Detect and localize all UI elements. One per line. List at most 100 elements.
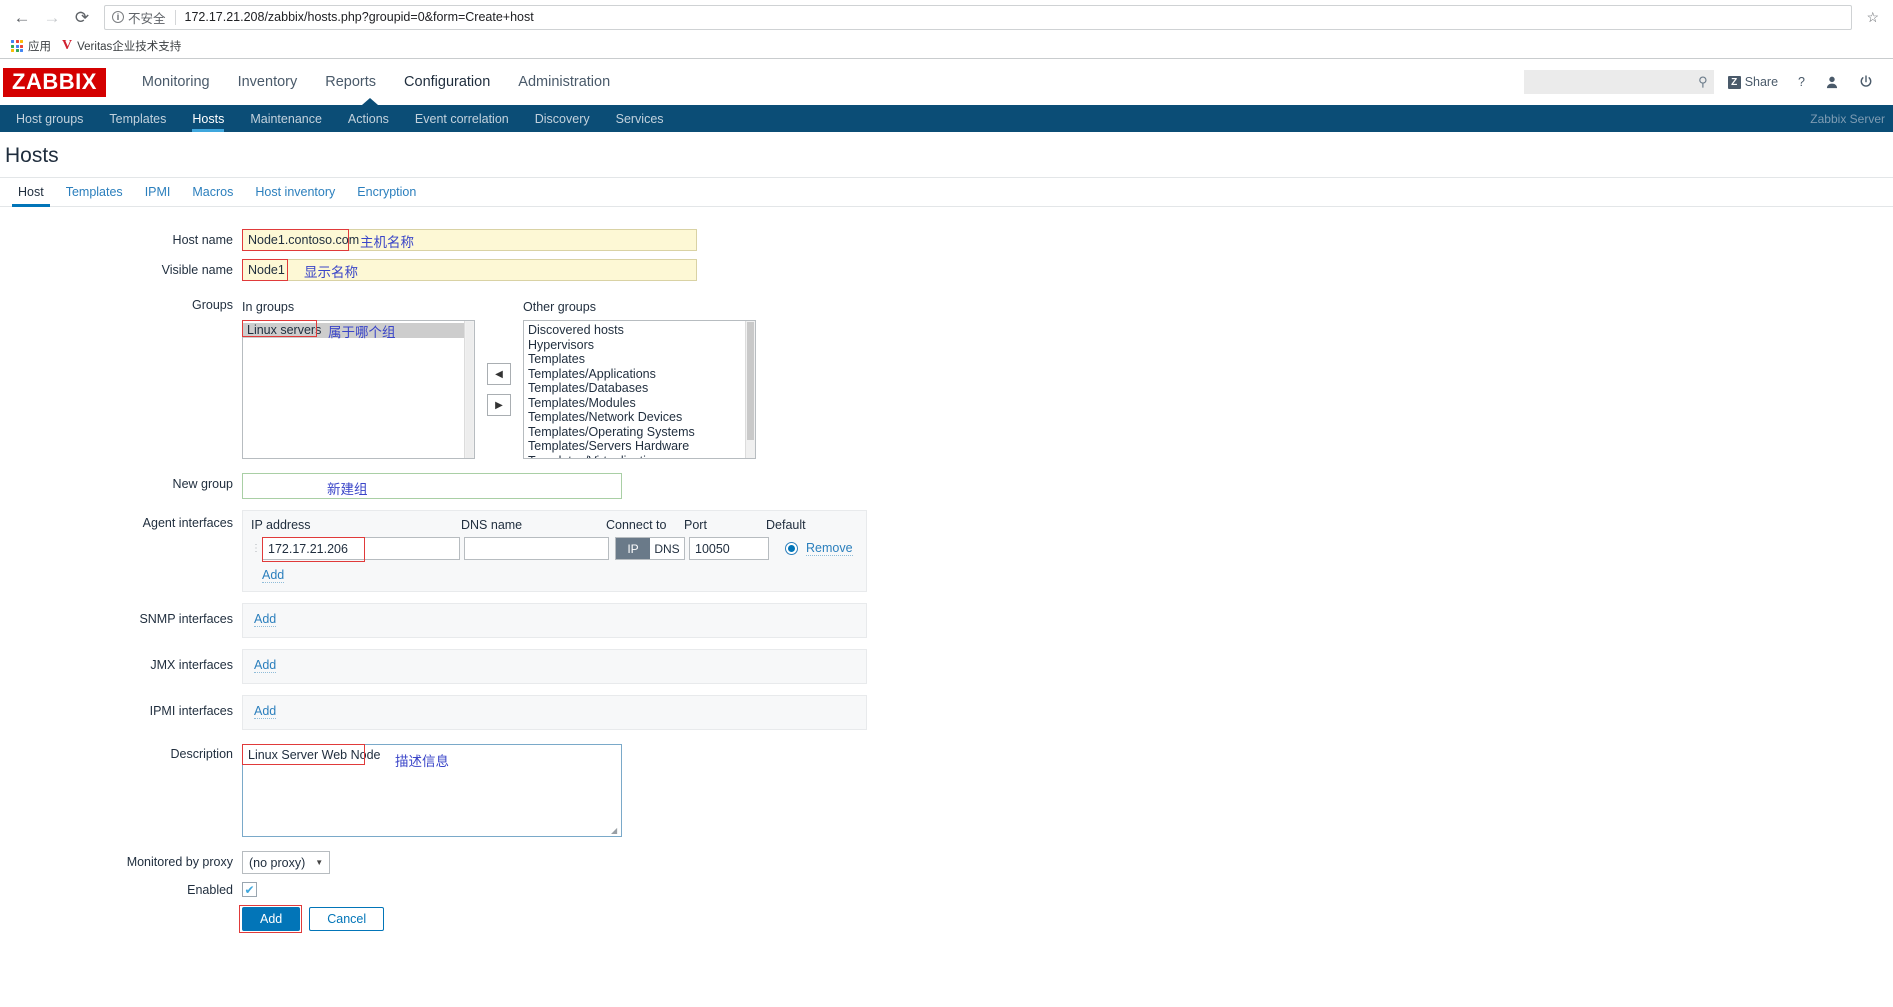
field-row-snmp-interfaces: SNMP interfaces Add [0,603,1893,638]
main-menu-configuration[interactable]: Configuration [390,59,504,105]
bookmark-apps[interactable]: 应用 [7,36,58,56]
add-snmp-interface-link[interactable]: Add [254,612,277,627]
ip-address-input[interactable]: 172.17.21.206 [262,537,460,562]
main-menu-monitoring[interactable]: Monitoring [128,59,224,105]
browser-chrome: ← → ⟳ i 不安全 172.17.21.208/zabbix/hosts.p… [0,0,1893,59]
other-groups-scrollbar[interactable] [745,321,755,458]
sub-menu-maintenance[interactable]: Maintenance [237,105,335,132]
forward-arrow-icon[interactable]: → [38,3,66,31]
list-item[interactable]: Templates [524,352,745,367]
help-button[interactable]: ? [1788,59,1815,105]
resize-handle-icon[interactable]: ◢ [611,826,620,835]
list-item[interactable]: Discovered hosts [524,323,745,338]
agent-interfaces-control: IP address DNS name Connect to Port Defa… [242,510,867,592]
remove-interface-link[interactable]: Remove [806,541,853,556]
in-groups-items: Linux servers [243,321,464,458]
add-jmx-interface-link[interactable]: Add [254,658,277,673]
tab-host[interactable]: Host [7,185,55,207]
agent-interfaces-header: IP address DNS name Connect to Port Defa… [251,518,858,532]
list-item[interactable]: Templates/Network Devices [524,410,745,425]
other-groups-listbox[interactable]: Discovered hosts Hypervisors Templates T… [523,320,756,459]
tab-ipmi[interactable]: IPMI [134,185,182,206]
sign-out-icon[interactable] [1849,59,1883,105]
apps-grid-icon [11,40,23,52]
tab-macros[interactable]: Macros [181,185,244,206]
security-chip[interactable]: i 不安全 [112,8,166,27]
user-profile-icon[interactable] [1815,59,1849,105]
sub-menu-actions[interactable]: Actions [335,105,402,132]
column-header-connect-to: Connect to [606,518,667,532]
sub-menu-templates[interactable]: Templates [96,105,179,132]
share-button[interactable]: Z Share [1718,59,1788,105]
cancel-button[interactable]: Cancel [309,907,385,931]
dns-name-input[interactable] [464,537,609,560]
default-radio[interactable] [785,542,798,555]
add-agent-interface-link[interactable]: Add [262,568,285,583]
search-box[interactable]: ⚲ [1523,70,1714,94]
zabbix-badge-icon: Z [1727,75,1741,89]
jmx-interfaces-control: Add [242,649,867,684]
arrow-right-icon[interactable]: ▶ [487,394,511,416]
list-item[interactable]: Templates/Virtualization [524,454,745,459]
other-groups-items: Discovered hosts Hypervisors Templates T… [524,321,745,458]
connect-to-dns-option[interactable]: DNS [650,538,684,559]
sub-menu-hosts[interactable]: Hosts [179,105,237,132]
column-header-default: Default [766,518,806,532]
tab-host-inventory[interactable]: Host inventory [244,185,346,206]
sub-menu-host-groups[interactable]: Host groups [3,105,96,132]
host-form: Host name Node1.contoso.com 主机名称 Visible… [0,207,1893,933]
in-groups-column: In groups Linux servers 属于哪个组 [242,297,475,459]
add-ipmi-interface-link[interactable]: Add [254,704,277,719]
back-arrow-icon[interactable]: ← [8,3,36,31]
bookmark-label: 应用 [28,41,51,53]
list-item[interactable]: Templates/Modules [524,396,745,411]
add-button[interactable]: Add [242,907,301,931]
proxy-select[interactable]: (no proxy) ▼ [242,851,331,874]
other-groups-column: Other groups Discovered hosts Hypervisor… [523,297,756,459]
search-icon[interactable]: ⚲ [1698,74,1708,90]
in-groups-scrollbar[interactable] [464,321,474,458]
connect-to-toggle[interactable]: IP DNS [615,537,685,560]
port-input[interactable]: 10050 [689,537,769,560]
main-menu-inventory[interactable]: Inventory [224,59,312,105]
security-label: 不安全 [128,11,166,26]
drag-handle-icon[interactable]: ⋮⋮ [251,543,271,553]
reload-icon[interactable]: ⟳ [68,3,96,31]
field-row-host-name: Host name Node1.contoso.com 主机名称 [0,229,1893,251]
sub-menu-event-correlation[interactable]: Event correlation [402,105,522,132]
description-control: Linux Server Web Node ◢ 描述信息 [242,744,622,837]
groups-control: In groups Linux servers 属于哪个组 ◀ ▶ Other … [242,297,756,459]
tab-encryption[interactable]: Encryption [346,185,427,206]
new-group-input[interactable] [242,473,622,499]
enabled-checkbox[interactable]: ✔ [242,882,257,897]
column-header-dns-name: DNS name [461,518,523,532]
visible-name-value: Node1 [248,263,285,277]
address-bar[interactable]: i 不安全 172.17.21.208/zabbix/hosts.php?gro… [104,4,1853,30]
list-item[interactable]: Templates/Servers Hardware [524,439,745,454]
search-input[interactable] [1529,74,1699,90]
sub-menu-discovery[interactable]: Discovery [522,105,603,132]
host-name-input[interactable]: Node1.contoso.com [242,229,697,251]
chevron-down-icon: ▼ [315,858,324,867]
connect-to-ip-option[interactable]: IP [616,538,650,559]
sub-menu-services[interactable]: Services [603,105,677,132]
snmp-interfaces-panel: Add [242,603,867,638]
list-item[interactable]: Templates/Operating Systems [524,425,745,440]
jmx-interfaces-label: JMX interfaces [150,658,233,672]
enabled-control: ✔ [242,882,257,897]
arrow-left-icon[interactable]: ◀ [487,363,511,385]
omnibox-row: ← → ⟳ i 不安全 172.17.21.208/zabbix/hosts.p… [0,0,1893,34]
list-item[interactable]: Templates/Applications [524,367,745,382]
jmx-interfaces-panel: Add [242,649,867,684]
main-menu-reports[interactable]: Reports [311,59,390,105]
main-menu-administration[interactable]: Administration [504,59,624,105]
list-item[interactable]: Hypervisors [524,338,745,353]
tab-templates[interactable]: Templates [55,185,134,206]
bookmarks-bar: 应用 V Veritas企业技术支持 [0,34,1893,58]
field-row-enabled: Enabled ✔ [0,882,1893,897]
bookmark-star-icon[interactable]: ☆ [1860,9,1885,26]
field-row-groups: Groups In groups Linux servers 属于哪个组 ◀ ▶… [0,297,1893,459]
bookmark-veritas[interactable]: V Veritas企业技术支持 [58,36,188,56]
list-item[interactable]: Templates/Databases [524,381,745,396]
zabbix-logo[interactable]: ZABBIX [3,67,106,97]
